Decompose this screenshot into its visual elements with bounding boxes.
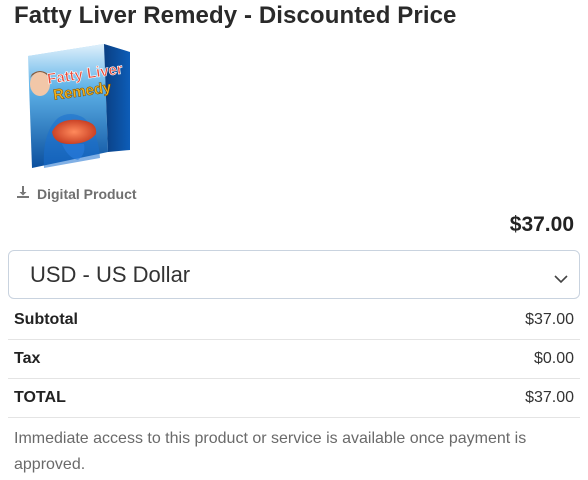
summary-row-tax: Tax $0.00 [8,340,580,379]
summary-value: $37.00 [525,389,574,406]
summary-label: TOTAL [14,389,66,406]
currency-select-value: USD - US Dollar [30,261,191,287]
product-price: $37.00 [509,213,574,236]
product-box-image: Fatty Liver Remedy [18,40,138,172]
download-icon [16,185,30,202]
summary-label: Subtotal [14,311,78,328]
access-note: Immediate access to this product or serv… [14,430,527,473]
summary-row-total: TOTAL $37.00 [8,379,580,418]
chevron-down-icon [553,267,569,284]
page-title: Fatty Liver Remedy - Discounted Price [14,2,457,29]
summary-label: Tax [14,350,41,367]
currency-select[interactable]: USD - US Dollar [8,250,580,299]
summary-value: $0.00 [533,350,574,367]
summary-value: $37.00 [525,311,574,328]
digital-product-text: Digital Product [37,185,137,202]
digital-product-label: Digital Product [16,185,137,202]
summary-row-subtotal: Subtotal $37.00 [8,301,580,340]
